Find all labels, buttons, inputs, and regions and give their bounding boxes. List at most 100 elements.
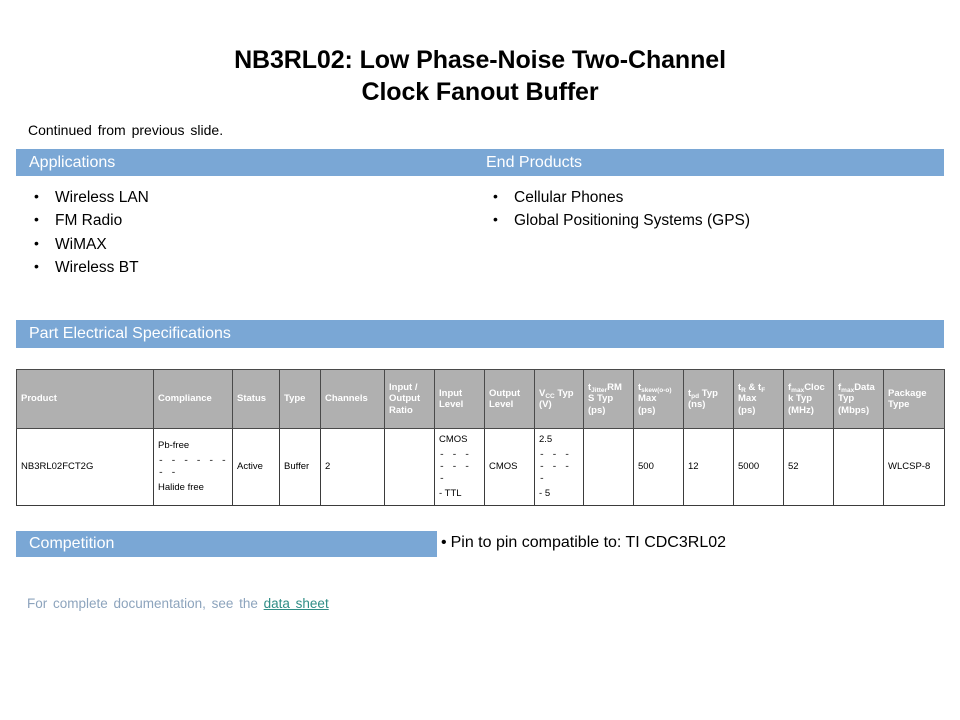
list-item: Wireless LAN bbox=[30, 186, 460, 209]
cell-package-type: WLCSP-8 bbox=[883, 428, 945, 506]
applications-item-label: FM Radio bbox=[55, 212, 123, 230]
vcc-separator: - - - - - - - bbox=[539, 449, 571, 484]
header-main: Type bbox=[284, 393, 306, 405]
page-title-line-1: NB3RL02: Low Phase-Noise Two-Channel bbox=[234, 46, 726, 74]
header-main: Channels bbox=[325, 393, 368, 405]
applications-item-label: Wireless BT bbox=[55, 258, 139, 276]
cell-product: NB3RL02FCT2G bbox=[16, 428, 154, 506]
bullet-icon: • bbox=[441, 534, 447, 551]
list-item: Wireless BT bbox=[30, 256, 460, 279]
column-header-fmax-clock-typ: fmaxCloc k Typ (MHz) bbox=[783, 369, 834, 429]
header-line-3: (Mbps) bbox=[838, 404, 870, 416]
vcc-dash: - bbox=[539, 487, 543, 499]
input-level-separator: - - - - - - - bbox=[439, 449, 471, 484]
cell-tr-tf-max: 5000 bbox=[733, 428, 784, 506]
footer-note-prefix: For complete documentation, see the bbox=[27, 596, 264, 611]
column-header-status: Status bbox=[232, 369, 280, 429]
header-line-3: (MHz) bbox=[788, 404, 814, 416]
part-electrical-specifications-header-bar: Part Electrical Specifications bbox=[16, 320, 944, 348]
header-line-2: (ns) bbox=[688, 399, 706, 410]
header-line-2: Max bbox=[638, 393, 657, 405]
competition-header-bar: Competition bbox=[16, 531, 437, 557]
header-main: Product bbox=[21, 393, 57, 405]
header-line-2: Output bbox=[389, 393, 421, 405]
compliance-bottom: Halide free bbox=[158, 481, 204, 493]
column-header-input-output-ratio: Input / Output Ratio bbox=[384, 369, 435, 429]
header-after: Typ bbox=[554, 387, 574, 399]
column-header-input-level: Input Level bbox=[434, 369, 485, 429]
column-header-fmax-data-typ: fmaxData Typ (Mbps) bbox=[833, 369, 884, 429]
cell-compliance: Pb-free - - - - - - - - Halide free bbox=[153, 428, 233, 506]
column-header-compliance: Compliance bbox=[153, 369, 233, 429]
competition-header-label: Competition bbox=[29, 535, 115, 552]
cell-vcc-typ: 2.5 - - - - - - - - 5 bbox=[534, 428, 584, 506]
column-header-tpd-typ: tpd Typ (ns) bbox=[683, 369, 734, 429]
list-item: WiMAX bbox=[30, 233, 460, 256]
continued-note: Continued from previous slide. bbox=[28, 122, 224, 138]
header-line-3: Ratio bbox=[389, 404, 413, 416]
applications-list: Wireless LAN FM Radio WiMAX Wireless BT bbox=[30, 186, 460, 280]
header-line-3: (ps) bbox=[588, 404, 606, 416]
header-main: Compliance bbox=[158, 393, 212, 405]
header-subscript: R bbox=[741, 387, 746, 395]
header-line-2: k Typ bbox=[788, 393, 813, 405]
compliance-separator: - - - - - - - - bbox=[158, 455, 228, 478]
column-header-vcc-typ: VCC Typ (V) bbox=[534, 369, 584, 429]
header-after: Cloc bbox=[804, 382, 825, 394]
column-header-output-level: Output Level bbox=[484, 369, 535, 429]
cell-output-level: CMOS bbox=[484, 428, 535, 506]
header-line-2: Level bbox=[439, 399, 464, 410]
column-header-product: Product bbox=[16, 369, 154, 429]
end-products-header-label: End Products bbox=[486, 153, 583, 171]
table-header-row: Product Compliance Status Type Channels … bbox=[16, 369, 945, 429]
input-level-top: CMOS bbox=[439, 434, 468, 446]
header-line-3: (ps) bbox=[638, 404, 656, 416]
header-subscript: skew(o-o) bbox=[641, 387, 672, 395]
data-sheet-link[interactable]: data sheet bbox=[264, 596, 329, 611]
header-line-2: Max bbox=[738, 393, 757, 405]
cell-type: Buffer bbox=[279, 428, 321, 506]
list-item: Global Positioning Systems (GPS) bbox=[489, 209, 909, 232]
column-header-tr-tf-max: tR & tF Max (ps) bbox=[733, 369, 784, 429]
header-main: Output bbox=[489, 387, 521, 399]
header-main: Input / bbox=[389, 382, 418, 394]
list-item: FM Radio bbox=[30, 209, 460, 232]
page-title: NB3RL02: Low Phase-Noise Two-Channel Clo… bbox=[0, 44, 960, 108]
header-line-2: Level bbox=[489, 399, 514, 410]
part-electrical-specifications-table: Product Compliance Status Type Channels … bbox=[16, 369, 945, 506]
cell-fmax-data-typ bbox=[833, 428, 884, 506]
header-subscript-2: F bbox=[761, 387, 766, 395]
spec-header-label: Part Electrical Specifications bbox=[29, 325, 231, 342]
applications-item-label: WiMAX bbox=[55, 235, 107, 253]
list-item: Cellular Phones bbox=[489, 186, 909, 209]
compliance-top: Pb-free bbox=[158, 440, 190, 452]
column-header-tskew-max: tskew(o-o) Max (ps) bbox=[633, 369, 684, 429]
header-main: Package bbox=[888, 387, 927, 399]
competition-bullet-item: • Pin to pin compatible to: TI CDC3RL02 bbox=[441, 534, 726, 552]
header-subscript: pd bbox=[691, 392, 700, 400]
applications-item-label: Wireless LAN bbox=[55, 189, 149, 206]
header-subscript: CC bbox=[545, 392, 555, 400]
cell-tskew-max: 500 bbox=[633, 428, 684, 506]
cell-status: Active bbox=[232, 428, 280, 506]
page-title-line-2: Clock Fanout Buffer bbox=[361, 78, 599, 106]
table-row: NB3RL02FCT2G Pb-free - - - - - - - - Hal… bbox=[16, 428, 945, 506]
column-header-channels: Channels bbox=[320, 369, 385, 429]
vcc-bottom: 5 bbox=[544, 487, 551, 499]
header-subscript: max bbox=[791, 387, 805, 395]
header-line-2: Typ bbox=[838, 393, 855, 405]
input-level-bottom: TTL bbox=[444, 487, 462, 499]
cell-channels: 2 bbox=[320, 428, 385, 506]
column-header-type: Type bbox=[279, 369, 321, 429]
competition-bullet-label: Pin to pin compatible to: TI CDC3RL02 bbox=[450, 534, 727, 551]
header-subscript: Jitter bbox=[591, 387, 608, 395]
applications-header-label: Applications bbox=[29, 153, 116, 171]
cell-tjitter-rms-typ bbox=[583, 428, 634, 506]
header-after: & t bbox=[745, 382, 762, 394]
header-subscript: max bbox=[841, 387, 855, 395]
cell-input-output-ratio bbox=[384, 428, 435, 506]
column-header-package-type: Package Type bbox=[883, 369, 945, 429]
end-products-item-label: Global Positioning Systems (GPS) bbox=[514, 212, 751, 230]
header-line-2: (V) bbox=[539, 399, 552, 410]
end-products-item-label: Cellular Phones bbox=[514, 189, 624, 206]
